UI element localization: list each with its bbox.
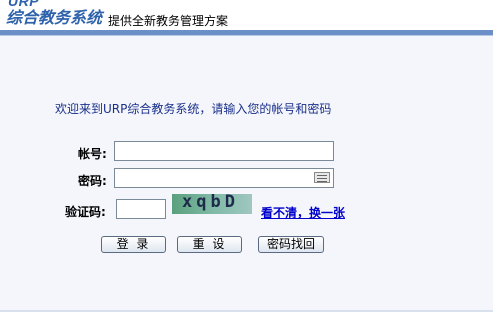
captcha-field[interactable] bbox=[116, 199, 166, 219]
account-label: 帐号: bbox=[78, 147, 107, 161]
recover-password-button[interactable]: 密码找回 bbox=[258, 236, 324, 253]
welcome-message: 欢迎来到URP综合教务系统，请输入您的帐号和密码 bbox=[55, 102, 332, 116]
header-divider bbox=[0, 35, 493, 36]
reset-button[interactable]: 重 设 bbox=[177, 236, 242, 253]
captcha-image: xqbD bbox=[172, 194, 252, 214]
captcha-label: 验证码: bbox=[65, 205, 106, 219]
login-button[interactable]: 登 录 bbox=[101, 236, 166, 253]
password-label: 密码: bbox=[78, 174, 107, 188]
header: URP 综合教务系统 提供全新教务管理方案 bbox=[0, 0, 493, 30]
tagline: 提供全新教务管理方案 bbox=[108, 14, 229, 28]
account-field[interactable] bbox=[114, 141, 334, 161]
password-field[interactable] bbox=[114, 168, 334, 188]
refresh-captcha-link[interactable]: 看不清，换一张 bbox=[261, 204, 345, 221]
captcha-text: xqbD bbox=[182, 194, 239, 212]
logo-title: 综合教务系统 bbox=[6, 8, 103, 27]
keyboard-icon[interactable] bbox=[314, 172, 330, 183]
